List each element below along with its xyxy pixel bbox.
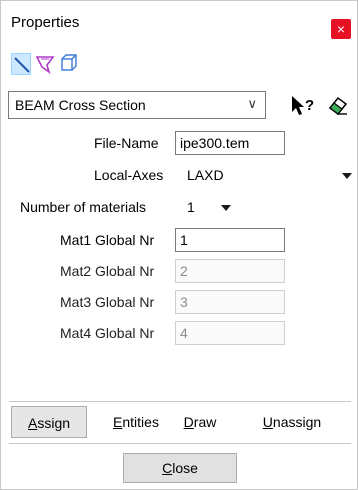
- unassign-mnemonic: U: [262, 414, 273, 430]
- mat3-global-nr-label: Mat3 Global Nr: [60, 294, 155, 310]
- draw-mnemonic: D: [183, 414, 194, 430]
- eraser-icon: [328, 96, 348, 116]
- surface-select-icon[interactable]: [35, 53, 55, 75]
- title-bar: Properties ×: [1, 1, 357, 45]
- chevron-down-icon: ∨: [247, 96, 257, 111]
- local-axes-value[interactable]: LAXD: [187, 167, 224, 183]
- local-axes-label: Local-Axes: [94, 167, 164, 183]
- assign-label: ssign: [37, 415, 71, 431]
- eraser-button[interactable]: [327, 95, 349, 120]
- help-pointer-button[interactable]: ?: [290, 94, 316, 121]
- mat1-global-nr-field[interactable]: [175, 228, 285, 252]
- entities-mnemonic: E: [113, 414, 123, 430]
- draw-button[interactable]: Draw: [175, 406, 225, 438]
- entities-button[interactable]: Entities: [105, 406, 167, 438]
- mat3-global-nr-field: [175, 290, 285, 314]
- number-of-materials-value[interactable]: 1: [187, 199, 195, 215]
- number-of-materials-dropdown-arrow-icon[interactable]: [221, 205, 231, 211]
- unassign-button[interactable]: Unassign: [237, 406, 347, 438]
- action-bar: Assign Entities Draw Unassign: [11, 406, 353, 438]
- close-button[interactable]: Close: [123, 453, 237, 483]
- divider: [9, 401, 351, 402]
- unassign-label: nassign: [272, 414, 322, 430]
- file-name-label: File-Name: [94, 135, 159, 151]
- close-mnemonic: C: [162, 460, 173, 476]
- mat2-global-nr-field: [175, 259, 285, 283]
- close-icon: ×: [336, 21, 346, 37]
- divider: [9, 443, 351, 444]
- mat4-global-nr-field: [175, 321, 285, 345]
- properties-window: Properties × BEAM Cross Section ∨ ? File…: [0, 0, 358, 490]
- file-name-field[interactable]: [175, 131, 285, 155]
- property-type-value: BEAM Cross Section: [15, 97, 146, 113]
- local-axes-dropdown-arrow-icon[interactable]: [342, 173, 352, 179]
- mat4-global-nr-label: Mat4 Global Nr: [60, 325, 155, 341]
- property-type-dropdown[interactable]: BEAM Cross Section ∨: [8, 91, 266, 119]
- volume-select-icon[interactable]: [59, 53, 79, 75]
- assign-button[interactable]: Assign: [11, 406, 87, 438]
- window-title: Properties: [11, 14, 80, 31]
- help-pointer-icon: ?: [292, 96, 314, 115]
- assign-mnemonic: A: [27, 415, 38, 431]
- number-of-materials-label: Number of materials: [20, 199, 147, 215]
- mat2-global-nr-label: Mat2 Global Nr: [60, 263, 155, 279]
- line-select-icon[interactable]: [11, 53, 31, 75]
- entities-label: ntities: [122, 414, 159, 430]
- svg-text:?: ?: [305, 97, 314, 114]
- close-window-button[interactable]: ×: [331, 19, 351, 39]
- draw-label: raw: [193, 414, 217, 430]
- mat1-global-nr-label: Mat1 Global Nr: [60, 232, 155, 248]
- close-label: lose: [172, 460, 198, 476]
